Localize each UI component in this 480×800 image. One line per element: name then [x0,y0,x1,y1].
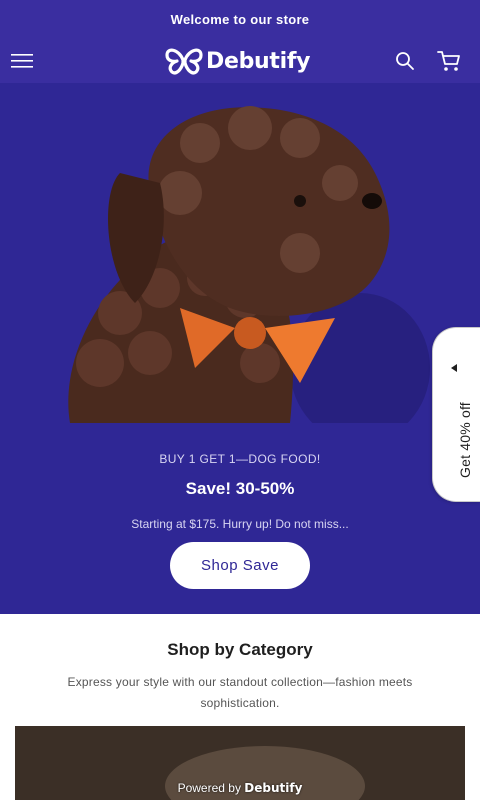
site-header: Debutify [0,39,480,83]
promo-title: Save! 30-50% [185,479,295,498]
powered-by-brand: Debutify [244,781,303,795]
announcement-text: Welcome to our store [170,12,310,27]
menu-icon[interactable] [11,49,35,73]
cart-icon[interactable] [436,48,462,74]
powered-by-badge[interactable]: Powered by Debutify [0,781,480,795]
search-icon[interactable] [393,49,417,73]
promo-subtitle: Starting at $175. Hurry up! Do not miss.… [131,517,349,531]
discount-label: Get 40% off [457,402,473,478]
discount-side-tab[interactable]: Get 40% off [432,327,480,502]
brand-logo[interactable]: Debutify [164,46,310,76]
powered-by-prefix: Powered by [177,781,241,795]
promo-section: BUY 1 GET 1—DOG FOOD! Save! 30-50% Start… [0,423,480,614]
promo-kicker: BUY 1 GET 1—DOG FOOD! [159,452,321,466]
hero-banner[interactable] [0,83,480,423]
dog-image [68,106,390,423]
announcement-bar: Welcome to our store [0,0,480,39]
category-description: Express your style with our standout col… [67,675,413,710]
butterfly-logo-icon [165,48,203,75]
brand-name: Debutify [206,48,311,74]
category-title: Shop by Category [167,640,313,659]
caret-left-icon [451,364,457,372]
shop-save-button[interactable]: Shop Save [170,542,310,589]
